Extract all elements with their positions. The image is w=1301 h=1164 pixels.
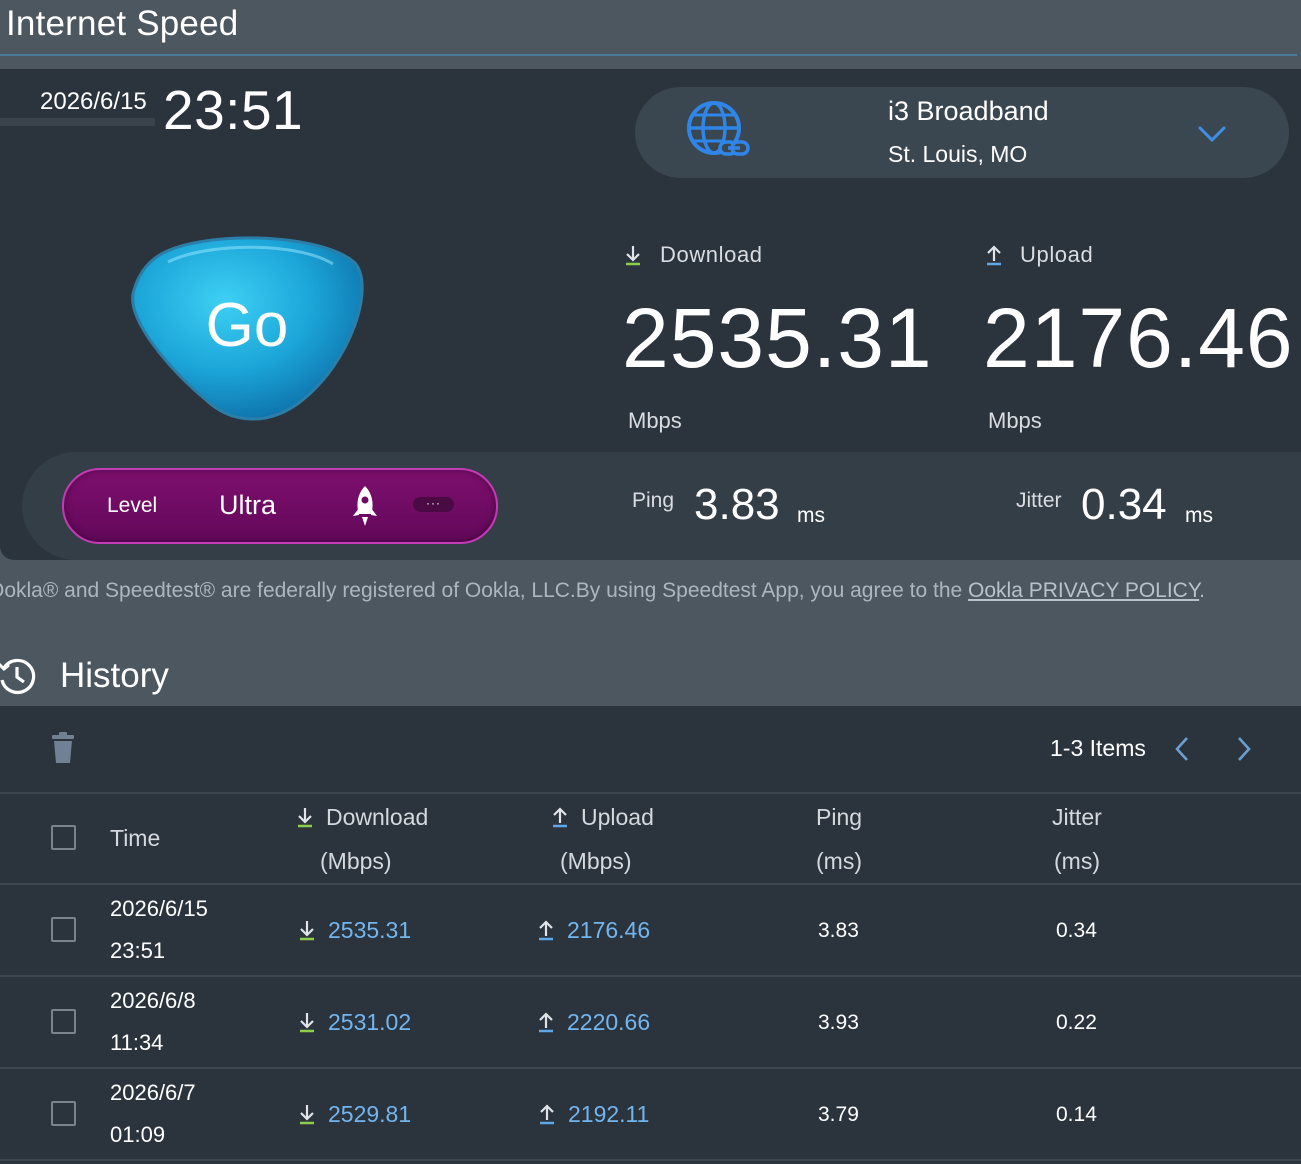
row-upload-value[interactable]: 2176.46 — [567, 917, 650, 944]
download-arrow-icon — [300, 921, 314, 941]
privacy-policy-link[interactable]: Ookla PRIVACY POLICY — [968, 579, 1199, 602]
download-value: 2535.31 — [622, 291, 933, 385]
row-time: 23:51 — [110, 938, 166, 963]
globe-link-icon — [687, 101, 750, 156]
download-caption: Download — [660, 242, 763, 267]
chevron-down-icon[interactable] — [1196, 122, 1228, 146]
row-jitter-value: 0.34 — [1056, 919, 1097, 942]
trash-icon[interactable] — [50, 732, 76, 764]
upload-arrow-icon — [987, 245, 1001, 266]
row-download-value[interactable]: 2535.31 — [328, 917, 411, 944]
jitter-label: Jitter — [1016, 489, 1062, 512]
date-underline — [0, 118, 155, 126]
server-name: i3 Broadband — [888, 96, 1049, 126]
upload-arrow-icon — [539, 920, 553, 941]
table-divider — [0, 883, 1301, 885]
row-download-value[interactable]: 2531.02 — [328, 1009, 411, 1036]
column-header-download-unit: (Mbps) — [320, 848, 392, 874]
jitter-value: 0.34 — [1081, 480, 1167, 529]
jitter-unit: ms — [1185, 504, 1213, 527]
row-ping-value: 3.83 — [818, 919, 859, 942]
chevron-right-icon[interactable] — [1232, 734, 1256, 764]
row-time: 11:34 — [110, 1030, 164, 1055]
row-checkbox[interactable] — [51, 1009, 76, 1034]
column-header-jitter: Jitter — [1052, 804, 1102, 830]
select-all-checkbox[interactable] — [51, 825, 76, 850]
table-divider — [0, 975, 1301, 977]
row-date: 2026/6/7 — [110, 1080, 196, 1105]
row-checkbox[interactable] — [51, 917, 76, 942]
ping-value: 3.83 — [694, 480, 780, 529]
ping-label: Ping — [632, 489, 675, 512]
download-arrow-icon — [298, 808, 312, 828]
rocket-icon — [353, 486, 377, 526]
level-value: Ultra — [219, 490, 277, 520]
column-header-ping: Ping — [816, 804, 863, 830]
upload-arrow-icon — [539, 1012, 553, 1033]
table-divider — [0, 1159, 1301, 1161]
disclaimer-text: Ookla® and Speedtest® are federally regi… — [0, 579, 969, 602]
test-date: 2026/6/15 — [40, 88, 147, 115]
column-header-download: Download — [326, 804, 429, 830]
table-divider — [0, 1067, 1301, 1069]
history-clock-icon — [0, 658, 36, 694]
download-arrow-icon — [300, 1105, 314, 1125]
column-header-upload-unit: (Mbps) — [560, 848, 632, 874]
go-button[interactable] — [128, 232, 368, 424]
row-download-value[interactable]: 2529.81 — [328, 1101, 411, 1128]
download-arrow-icon — [626, 246, 640, 266]
history-title: History — [60, 656, 169, 695]
column-header-upload: Upload — [581, 804, 654, 830]
upload-arrow-icon — [540, 1104, 554, 1125]
test-time: 23:51 — [163, 79, 304, 141]
row-time: 01:09 — [110, 1122, 166, 1147]
row-checkbox[interactable] — [51, 1101, 76, 1126]
chevron-left-icon[interactable] — [1170, 734, 1194, 764]
column-header-jitter-unit: (ms) — [1054, 848, 1100, 874]
row-date: 2026/6/15 — [110, 896, 208, 921]
more-options-button[interactable]: ··· — [413, 497, 454, 512]
disclaimer: Ookla® and Speedtest® are federally regi… — [0, 579, 1301, 603]
row-date: 2026/6/8 — [110, 988, 196, 1013]
upload-value: 2176.46 — [983, 291, 1294, 385]
upload-arrow-icon — [553, 807, 567, 828]
row-ping-value: 3.93 — [818, 1011, 859, 1034]
download-arrow-icon — [300, 1013, 314, 1033]
ping-unit: ms — [797, 504, 825, 527]
upload-unit: Mbps — [988, 408, 1042, 433]
server-location: St. Louis, MO — [888, 141, 1028, 167]
title-divider — [0, 54, 1297, 56]
column-header-ping-unit: (ms) — [816, 848, 862, 874]
download-unit: Mbps — [628, 408, 682, 433]
page-title: Internet Speed — [6, 4, 239, 43]
row-ping-value: 3.79 — [818, 1103, 859, 1126]
disclaimer-end: . — [1199, 579, 1205, 602]
row-upload-value[interactable]: 2192.11 — [568, 1101, 649, 1128]
items-count: 1-3 Items — [1050, 735, 1146, 761]
row-upload-value[interactable]: 2220.66 — [567, 1009, 650, 1036]
table-divider — [0, 792, 1301, 794]
level-label: Level — [107, 494, 158, 517]
row-jitter-value: 0.22 — [1056, 1011, 1097, 1034]
row-jitter-value: 0.14 — [1056, 1103, 1097, 1126]
upload-caption: Upload — [1020, 242, 1094, 267]
column-header-time: Time — [110, 825, 161, 851]
